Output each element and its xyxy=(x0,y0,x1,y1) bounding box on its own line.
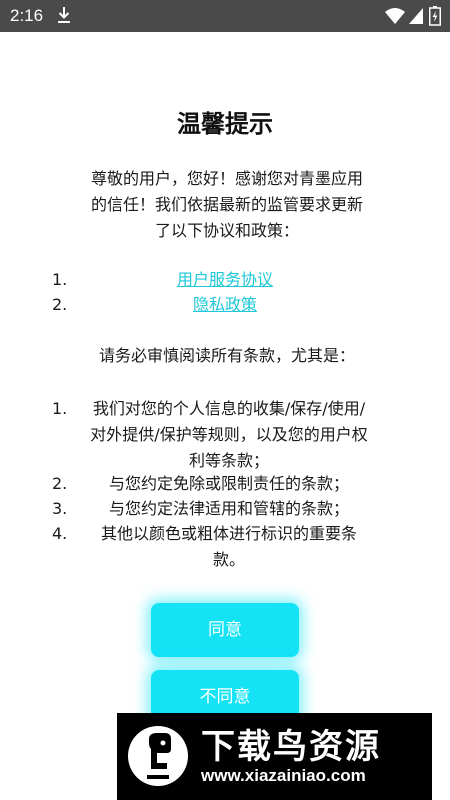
list-number: 4. xyxy=(52,524,68,543)
bird-logo-icon xyxy=(128,726,188,786)
watermark-url: www.xiazainiao.com xyxy=(201,766,366,785)
agree-button[interactable]: 同意 xyxy=(151,603,299,657)
agreement-link-row: 1. 用户服务协议 xyxy=(0,267,450,293)
clause-line: 其他以颜色或粗体进行标识的重要条 xyxy=(100,524,357,543)
list-number: 3. xyxy=(52,499,68,518)
battery-icon xyxy=(429,6,441,26)
privacy-policy-link[interactable]: 隐私政策 xyxy=(0,292,450,318)
clause-line: 与您约定免除或限制责任的条款； xyxy=(108,474,349,493)
intro-line: 的信任！我们依据最新的监管要求更新 xyxy=(90,195,363,214)
status-bar: 2:16 xyxy=(0,0,450,32)
download-icon xyxy=(58,7,70,23)
user-service-agreement-link[interactable]: 用户服务协议 xyxy=(0,267,450,293)
status-time: 2:16 xyxy=(10,6,44,25)
clause-text: 与您约定法律适用和管辖的条款； xyxy=(74,496,384,522)
clause-text: 其他以颜色或粗体进行标识的重要条 款。 xyxy=(74,521,384,573)
clause-line: 对外提供/保护等规则，以及您的用户权 xyxy=(90,425,368,444)
list-number: 2. xyxy=(52,474,68,493)
dialog-title: 温馨提示 xyxy=(177,110,273,138)
signal-icon xyxy=(409,8,423,24)
clause-line: 款。 xyxy=(212,550,245,569)
watermark-banner: 下载鸟资源 www.xiazainiao.com xyxy=(117,713,432,800)
clause-text: 与您约定免除或限制责任的条款； xyxy=(74,471,384,497)
wifi-icon xyxy=(385,8,405,24)
watermark-name: 下载鸟资源 xyxy=(201,727,381,767)
intro-line: 尊敬的用户，您好！感谢您对青墨应用 xyxy=(90,169,363,188)
notice-text: 请务必审慎阅读所有条款，尤其是： xyxy=(98,346,355,365)
list-number: 1. xyxy=(52,399,68,418)
intro-line: 了以下协议和政策： xyxy=(154,221,299,240)
clause-line: 我们对您的个人信息的收集/保存/使用/ xyxy=(92,399,366,418)
clause-text: 我们对您的个人信息的收集/保存/使用/ 对外提供/保护等规则，以及您的用户权 利… xyxy=(74,396,384,474)
intro-text: 尊敬的用户，您好！感谢您对青墨应用 的信任！我们依据最新的监管要求更新 了以下协… xyxy=(72,166,382,244)
privacy-link-row: 2. 隐私政策 xyxy=(0,292,450,318)
clause-line: 与您约定法律适用和管辖的条款； xyxy=(108,499,349,518)
